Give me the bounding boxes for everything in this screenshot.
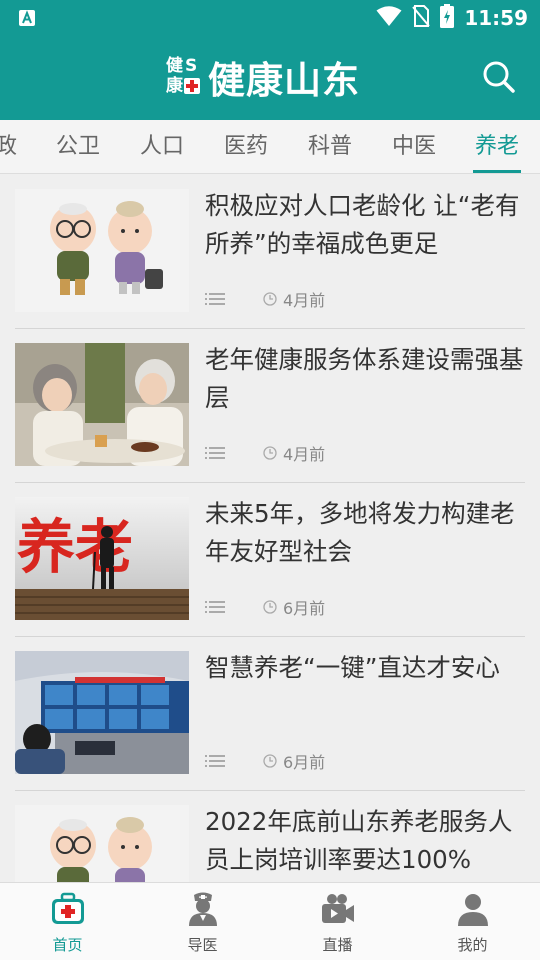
article-title: 智慧养老“一键”直达才安心	[205, 653, 500, 682]
article-meta: 6月前	[205, 750, 325, 772]
clock-icon	[263, 292, 277, 306]
nav-live[interactable]: 直播	[270, 883, 405, 960]
nav-label: 我的	[457, 936, 488, 954]
tab-zheng[interactable]: 政	[0, 132, 18, 162]
article-title: 2022年底前山东养老服务人员上岗培训率要达100%	[205, 807, 513, 874]
tab-zhongyi[interactable]: 中医	[390, 132, 438, 162]
bottom-navigation: 首页 导医 直播 我的	[0, 882, 540, 960]
nav-label: 首页	[52, 936, 83, 954]
search-button[interactable]	[482, 60, 516, 94]
tab-kepu[interactable]: 科普	[306, 132, 354, 162]
app-screen: 11:59 健 S 康 健康山东 政 公卫 人口 医药 科普	[0, 0, 540, 960]
nurse-icon	[188, 892, 217, 926]
article-thumbnail	[15, 805, 189, 882]
app-title: 健康山东	[208, 59, 360, 102]
article-meta: 4月前	[205, 288, 325, 310]
nav-profile[interactable]: 我的	[405, 883, 540, 960]
clock-icon	[263, 446, 277, 460]
list-icon	[205, 601, 225, 613]
article-thumbnail	[15, 189, 189, 312]
tab-renkou[interactable]: 人口	[138, 132, 186, 162]
nav-home[interactable]: 首页	[0, 883, 135, 960]
list-icon	[205, 447, 225, 459]
battery-charging-icon	[440, 4, 455, 32]
article-time: 6月前	[283, 753, 326, 772]
article-title: 老年健康服务体系建设需强基层	[205, 345, 524, 412]
logo-char: 康	[166, 76, 183, 96]
video-camera-icon	[321, 894, 354, 923]
clock-time: 11:59	[464, 6, 528, 30]
article-meta: 4月前	[205, 442, 325, 464]
article-list: 积极应对人口老龄化 让“老有所养”的幸福成色更足 4月前 老年健康服务体系建设需…	[0, 175, 540, 882]
clock-icon	[263, 754, 277, 768]
article-item[interactable]: 积极应对人口老龄化 让“老有所养”的幸福成色更足 4月前	[15, 175, 525, 329]
logo-char: 健	[166, 56, 183, 76]
nav-label: 导医	[187, 936, 218, 954]
list-icon	[205, 293, 225, 305]
article-title: 积极应对人口老龄化 让“老有所养”的幸福成色更足	[205, 191, 520, 258]
logo-char: S	[185, 56, 198, 76]
article-thumbnail	[15, 343, 189, 466]
category-tabs: 政 公卫 人口 医药 科普 中医 养老	[0, 120, 540, 174]
status-bar: 11:59	[0, 0, 540, 36]
article-time: 4月前	[283, 445, 326, 464]
article-thumbnail: 养老	[15, 497, 189, 620]
list-icon	[205, 755, 225, 767]
search-icon	[483, 61, 515, 93]
logo-cross-icon	[184, 78, 200, 94]
nav-label: 直播	[322, 936, 353, 954]
user-icon	[457, 894, 488, 926]
notification-a-icon	[18, 9, 36, 27]
article-time: 6月前	[283, 599, 326, 618]
app-logo: 健 S 康 健康山东	[166, 54, 360, 102]
nav-guide[interactable]: 导医	[135, 883, 270, 960]
wifi-icon	[376, 5, 402, 31]
article-item[interactable]: 智慧养老“一键”直达才安心 6月前	[15, 637, 525, 791]
article-thumbnail	[15, 651, 189, 774]
no-sim-icon	[412, 4, 431, 32]
tab-yanglao[interactable]: 养老	[473, 132, 521, 162]
medical-kit-icon	[51, 892, 84, 924]
tab-yiyao[interactable]: 医药	[222, 132, 270, 162]
logo-mark: 健 S 康	[166, 57, 202, 97]
article-title: 未来5年，多地将发力构建老年友好型社会	[205, 499, 515, 566]
article-item[interactable]: 2022年底前山东养老服务人员上岗培训率要达100%	[15, 791, 525, 882]
app-header: 健 S 康 健康山东	[0, 36, 540, 120]
clock-icon	[263, 600, 277, 614]
article-meta: 6月前	[205, 596, 325, 618]
article-item[interactable]: 老年健康服务体系建设需强基层 4月前	[15, 329, 525, 483]
active-tab-indicator	[473, 170, 521, 173]
tab-gongwei[interactable]: 公卫	[54, 132, 102, 162]
image-text: 养老	[17, 513, 133, 581]
article-item[interactable]: 养老 未来5年，多地将发力构建老年友好型社会 6月前	[15, 483, 525, 637]
article-time: 4月前	[283, 291, 326, 310]
